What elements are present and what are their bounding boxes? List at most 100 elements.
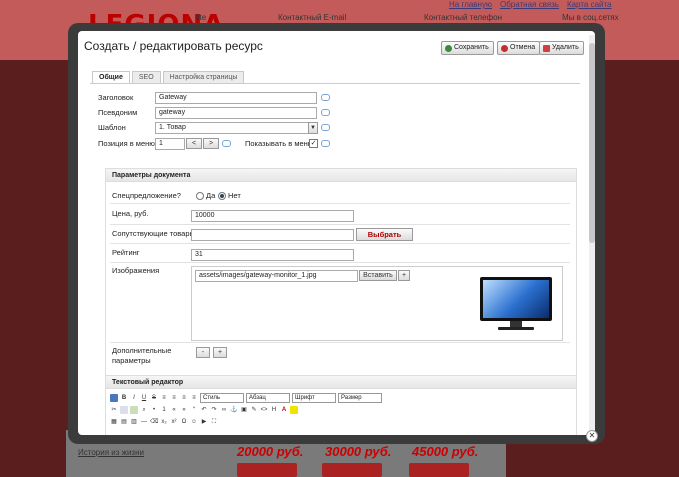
- editor-toolbar-2: ✂ ⌕ • 1 « » “ ↶ ↷ ∞ ⚓ ▣ ✎ <> H A: [110, 405, 298, 415]
- price-field[interactable]: 10000: [191, 210, 354, 222]
- redo-icon[interactable]: ↷: [210, 406, 218, 414]
- align-left-icon[interactable]: ≡: [160, 394, 168, 402]
- contact-email-label: Контактный E-mail: [278, 13, 347, 22]
- bold-icon[interactable]: B: [120, 394, 128, 402]
- price-3: 45000 руб.: [412, 444, 479, 459]
- show-in-menu-label: Показывать в меню: [245, 139, 314, 148]
- image-icon[interactable]: ▣: [240, 406, 248, 414]
- template-select[interactable]: 1. Товар: [155, 122, 309, 134]
- superscript-icon[interactable]: x²: [170, 418, 178, 426]
- save-icon: [445, 44, 452, 52]
- size-select[interactable]: Размер: [338, 393, 382, 403]
- cleanup-icon[interactable]: ✎: [250, 406, 258, 414]
- history-link[interactable]: История из жизни: [78, 448, 144, 457]
- table-icon[interactable]: ▦: [110, 418, 118, 426]
- delete-button[interactable]: Удалить: [539, 41, 584, 55]
- hint-icon[interactable]: [321, 140, 330, 147]
- find-icon[interactable]: ⌕: [140, 406, 148, 414]
- template-label: Шаблон: [98, 123, 126, 132]
- alias-field[interactable]: gateway: [155, 107, 317, 119]
- numbered-list-icon[interactable]: 1: [160, 406, 168, 414]
- subscript-icon[interactable]: x₂: [160, 418, 168, 426]
- rating-field[interactable]: 31: [191, 249, 354, 261]
- tab-general[interactable]: Общие: [92, 71, 130, 83]
- chevron-down-icon[interactable]: ▼: [308, 122, 318, 134]
- title-field[interactable]: Gateway: [155, 92, 317, 104]
- indent-icon[interactable]: »: [180, 406, 188, 414]
- save-icon[interactable]: [110, 394, 118, 402]
- buy-button-2[interactable]: [322, 463, 382, 477]
- close-icon[interactable]: ✕: [586, 430, 598, 442]
- hint-icon[interactable]: [321, 109, 330, 116]
- text-color-icon[interactable]: A: [280, 406, 288, 414]
- link-sitemap[interactable]: Карта сайта: [567, 0, 612, 9]
- media-icon[interactable]: ▶: [200, 418, 208, 426]
- anchor-icon[interactable]: ⚓: [230, 406, 238, 414]
- insert-button[interactable]: Вставить: [359, 270, 397, 281]
- emoticon-icon[interactable]: ☺: [190, 418, 198, 426]
- paste-icon[interactable]: [130, 406, 138, 414]
- dialog-scrollbar[interactable]: [589, 35, 595, 431]
- align-justify-icon[interactable]: ≡: [190, 394, 198, 402]
- copy-icon[interactable]: [120, 406, 128, 414]
- style-select[interactable]: Стиль: [200, 393, 244, 403]
- hr-icon[interactable]: ―: [140, 418, 148, 426]
- site-logo-suffix: lite: [196, 13, 207, 22]
- highlight-icon[interactable]: [290, 406, 298, 414]
- undo-icon[interactable]: ↶: [200, 406, 208, 414]
- column-icon[interactable]: ▥: [130, 418, 138, 426]
- strikethrough-icon[interactable]: S: [150, 394, 158, 402]
- align-right-icon[interactable]: ≡: [180, 394, 188, 402]
- hint-icon[interactable]: [321, 94, 330, 101]
- hint-icon[interactable]: [321, 124, 330, 131]
- increment-button[interactable]: >: [203, 138, 219, 149]
- scrollbar-thumb[interactable]: [589, 43, 595, 243]
- special-no-label: Нет: [228, 191, 241, 200]
- row-icon[interactable]: ▤: [120, 418, 128, 426]
- add-image-button[interactable]: +: [398, 270, 410, 281]
- remove-format-icon[interactable]: ⌫: [150, 418, 158, 426]
- text-editor-panel: Текстовый редактор B I U S ≡ ≡ ≡ ≡ Стиль…: [105, 375, 577, 435]
- paragraph-select[interactable]: Абзац: [246, 393, 290, 403]
- link-icon[interactable]: ∞: [220, 406, 228, 414]
- cut-icon[interactable]: ✂: [110, 406, 118, 414]
- outdent-icon[interactable]: «: [170, 406, 178, 414]
- menu-position-field[interactable]: 1: [155, 138, 185, 150]
- bullet-list-icon[interactable]: •: [150, 406, 158, 414]
- cancel-button[interactable]: Отмена: [497, 41, 541, 55]
- show-in-menu-checkbox[interactable]: ✓: [309, 139, 318, 148]
- product-image: [480, 277, 552, 333]
- alias-label: Псевдоним: [98, 108, 138, 117]
- quote-icon[interactable]: “: [190, 406, 198, 414]
- special-yes-radio[interactable]: [196, 192, 204, 200]
- link-home[interactable]: На главную: [449, 0, 492, 9]
- special-char-icon[interactable]: Ω: [180, 418, 188, 426]
- underline-icon[interactable]: U: [140, 394, 148, 402]
- hint-icon[interactable]: [222, 140, 231, 147]
- cancel-icon: [501, 44, 508, 52]
- save-button[interactable]: Сохранить: [441, 41, 494, 55]
- resource-dialog: Создать / редактировать ресурс Сохранить…: [68, 23, 605, 444]
- decrement-button[interactable]: <: [186, 138, 202, 149]
- code-icon[interactable]: <>: [260, 406, 268, 414]
- special-no-radio[interactable]: [218, 192, 226, 200]
- related-field[interactable]: [191, 229, 354, 241]
- save-label: Сохранить: [454, 44, 489, 51]
- tab-page-settings[interactable]: Настройка страницы: [162, 71, 245, 83]
- link-feedback[interactable]: Обратная связь: [500, 0, 559, 9]
- italic-icon[interactable]: I: [130, 394, 138, 402]
- fullscreen-icon[interactable]: ⛶: [210, 418, 218, 426]
- font-select[interactable]: Шрифт: [292, 393, 336, 403]
- divider: [110, 224, 570, 225]
- editor-toolbar-1: B I U S ≡ ≡ ≡ ≡ Стиль Абзац Шрифт Размер: [110, 393, 382, 403]
- buy-button-1[interactable]: [237, 463, 297, 477]
- remove-param-button[interactable]: -: [196, 347, 210, 358]
- tab-seo[interactable]: SEO: [131, 71, 161, 83]
- html-icon[interactable]: H: [270, 406, 278, 414]
- buy-button-3[interactable]: [409, 463, 469, 477]
- select-related-button[interactable]: Выбрать: [356, 228, 413, 241]
- price-1: 20000 руб.: [237, 444, 304, 459]
- image-path-field[interactable]: assets/images/gateway-monitor_1.jpg: [195, 270, 358, 282]
- add-param-button[interactable]: +: [213, 347, 227, 358]
- align-center-icon[interactable]: ≡: [170, 394, 178, 402]
